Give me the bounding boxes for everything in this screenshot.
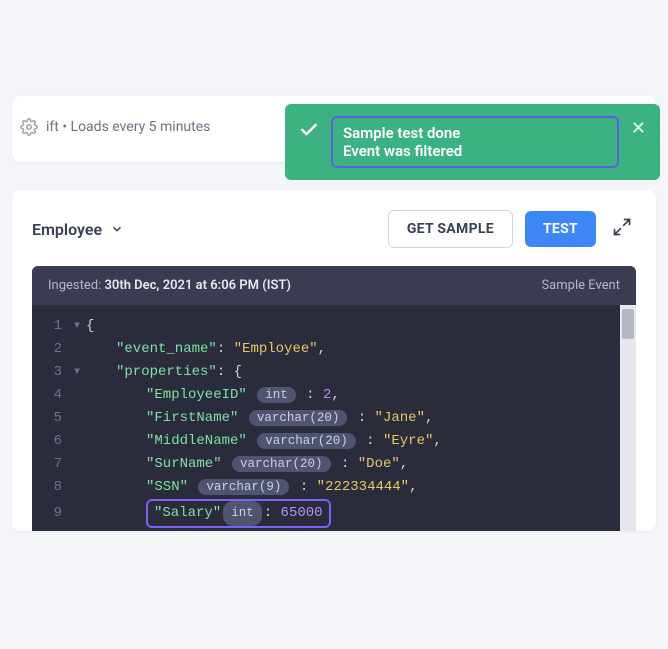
code-line: 4"EmployeeID" int : 2,	[32, 384, 636, 407]
check-icon	[299, 120, 319, 144]
ingested-label: Ingested: 30th Dec, 2021 at 6:06 PM (IST…	[48, 278, 291, 293]
code-body[interactable]: ▲ 1▼{2"event_name": "Employee",3▼"proper…	[32, 305, 636, 531]
subtitle: ift • Loads every 5 minutes	[46, 119, 210, 135]
scrollbar[interactable]: ▲	[620, 305, 636, 531]
code-line: 5"FirstName" varchar(20) : "Jane",	[32, 407, 636, 430]
pipeline-meta: ift • Loads every 5 minutes	[20, 118, 210, 136]
code-line: 7"SurName" varchar(20) : "Doe",	[32, 453, 636, 476]
scrollbar-thumb[interactable]	[622, 309, 634, 339]
code-line: 2"event_name": "Employee",	[32, 338, 636, 361]
test-button[interactable]: TEST	[525, 211, 596, 247]
fold-icon[interactable]: ▼	[74, 361, 86, 384]
gear-icon[interactable]	[20, 118, 38, 136]
code-line: 3▼"properties": {	[32, 361, 636, 384]
toast-line-2: Event was filtered	[343, 142, 607, 160]
code-line: 1▼{	[32, 315, 636, 338]
code-line: 9"Salary" int : 65000	[32, 499, 636, 528]
code-header: Ingested: 30th Dec, 2021 at 6:06 PM (IST…	[32, 266, 636, 305]
code-line: 8"SSN" varchar(9) : "222334444",	[32, 476, 636, 499]
expand-icon[interactable]	[608, 213, 636, 245]
close-icon[interactable]: ✕	[631, 120, 646, 138]
code-panel: Ingested: 30th Dec, 2021 at 6:06 PM (IST…	[32, 266, 636, 531]
success-toast: Sample test done Event was filtered ✕	[285, 104, 660, 180]
toast-message: Sample test done Event was filtered	[331, 116, 619, 168]
sample-event-label: Sample Event	[541, 278, 620, 293]
chevron-down-icon	[110, 222, 124, 236]
get-sample-button[interactable]: GET SAMPLE	[388, 210, 513, 248]
event-select[interactable]: Employee	[32, 220, 124, 239]
fold-icon[interactable]: ▼	[74, 315, 86, 338]
code-line: 6"MiddleName" varchar(20) : "Eyre",	[32, 430, 636, 453]
toast-line-1: Sample test done	[343, 124, 607, 142]
event-panel: Employee GET SAMPLE TEST Ingested: 30th …	[12, 190, 656, 531]
